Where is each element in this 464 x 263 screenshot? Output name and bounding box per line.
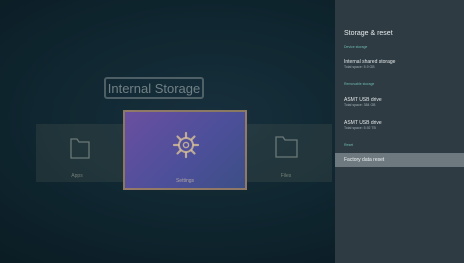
tile-files-label: Files: [280, 173, 292, 179]
storage-reset-panel: Storage & reset Device storage Internal …: [335, 0, 464, 263]
usb-drive-1-space: Total space: 384 GB: [344, 103, 376, 107]
section-reset: Reset: [344, 143, 354, 147]
internal-storage-title: Internal Storage: [104, 77, 204, 99]
menu-item-usb-drive-2[interactable]: ASMT USB drive Total space: 5.92 TB: [344, 120, 382, 131]
tile-settings-label: Settings: [175, 178, 195, 184]
tile-apps[interactable]: Apps: [57, 125, 97, 181]
section-removable-storage: Removable storage: [344, 82, 375, 86]
folder-icon: [275, 136, 298, 158]
menu-item-factory-reset[interactable]: Factory data reset: [335, 153, 464, 167]
folder-icon: [70, 138, 90, 159]
menu-item-internal-storage[interactable]: Internal shared storage Total space: 5.9…: [344, 59, 395, 70]
section-device-storage: Device storage: [344, 45, 368, 49]
factory-reset-label: Factory data reset: [344, 157, 385, 163]
internal-storage-space: Total space: 5.9 GB: [344, 65, 375, 69]
tile-settings-focused[interactable]: Settings: [123, 110, 247, 190]
tile-files[interactable]: Files: [266, 125, 306, 181]
gear-icon: [172, 131, 200, 159]
menu-item-usb-drive-1[interactable]: ASMT USB drive Total space: 384 GB: [344, 97, 382, 108]
panel-title: Storage & reset: [344, 30, 393, 37]
usb-drive-2-space: Total space: 5.92 TB: [344, 126, 376, 130]
tile-apps-label: Apps: [71, 173, 83, 179]
